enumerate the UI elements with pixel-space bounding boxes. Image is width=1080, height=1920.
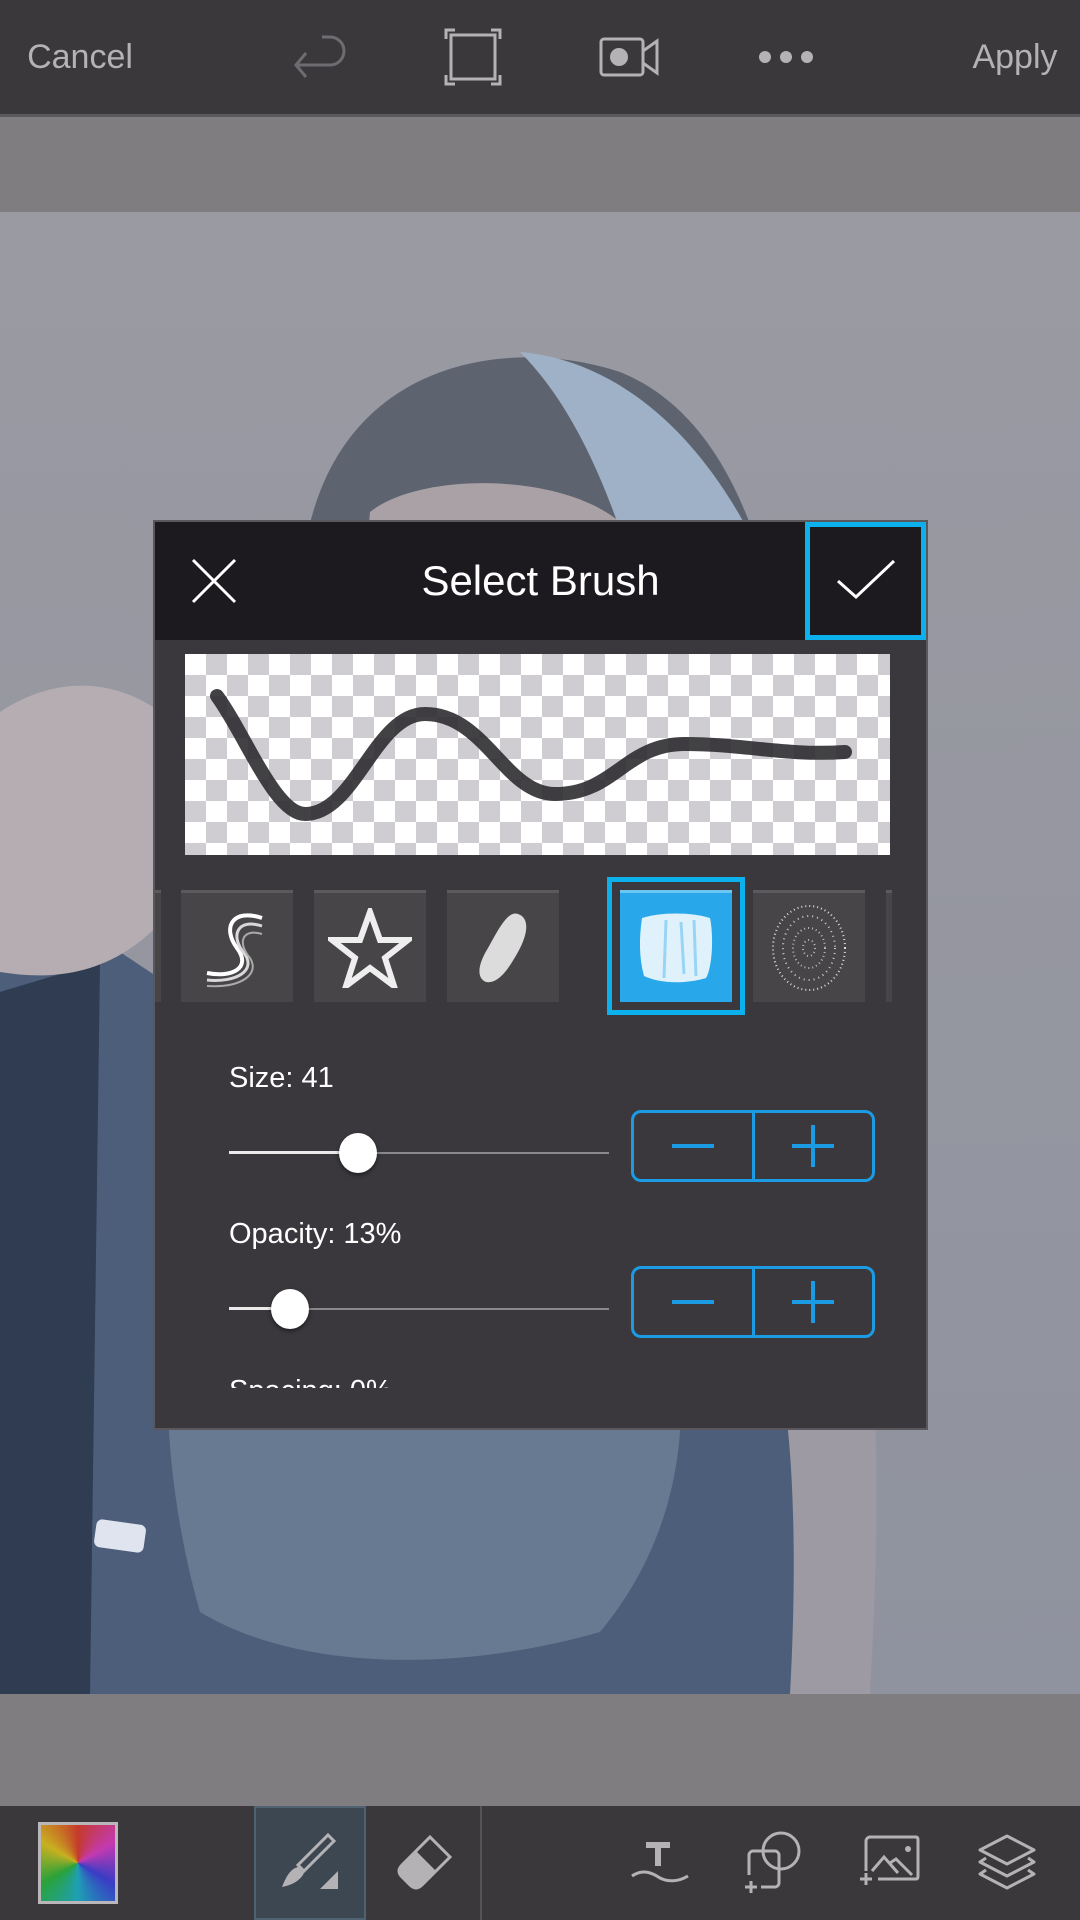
brush-preview: [185, 654, 890, 855]
video-record-button[interactable]: [580, 0, 680, 114]
select-brush-dialog: Select Brush Size: 41 Opacity: 13%: [155, 522, 926, 1428]
brush-tool-button[interactable]: [254, 1806, 366, 1920]
add-shape-icon: [745, 1831, 801, 1893]
close-icon: [191, 558, 237, 604]
brush-picker[interactable]: [155, 877, 926, 1024]
brush-item-watercolor[interactable]: [620, 890, 732, 1002]
opacity-increment-button[interactable]: [751, 1269, 873, 1335]
slider-thumb[interactable]: [270, 1289, 309, 1329]
canvas-margin-top: [0, 117, 1080, 212]
video-record-icon: [599, 37, 659, 77]
eraser-icon: [397, 1834, 453, 1890]
brush-icon: [282, 1832, 338, 1889]
opacity-stepper: [631, 1266, 875, 1338]
star-brush-icon: [328, 907, 412, 988]
speckle-brush-icon: [772, 904, 846, 991]
spacing-label: Spacing: 0%: [229, 1374, 392, 1388]
opacity-slider[interactable]: [229, 1284, 609, 1334]
brush-item-chalk[interactable]: [447, 890, 559, 1002]
fit-screen-icon: [444, 28, 502, 86]
brush-item-star[interactable]: [314, 890, 426, 1002]
fit-screen-button[interactable]: [423, 0, 523, 114]
size-slider[interactable]: [229, 1128, 609, 1178]
text-tool-button[interactable]: [620, 1806, 700, 1920]
more-options-icon: [759, 51, 813, 63]
opacity-label: Opacity: 13%: [229, 1218, 402, 1250]
brush-item-wavy-lines[interactable]: [181, 890, 293, 1002]
checkmark-icon: [836, 559, 895, 600]
brush-item-partial[interactable]: [155, 890, 161, 1002]
text-icon: [631, 1842, 689, 1883]
add-photo-icon: [860, 1835, 920, 1885]
size-stepper: [631, 1110, 875, 1182]
confirm-button[interactable]: [805, 522, 926, 640]
add-photo-tool-button[interactable]: [846, 1806, 932, 1920]
watercolor-brush-icon: [639, 913, 713, 982]
close-button[interactable]: [175, 542, 253, 620]
color-wheel-icon: [38, 1822, 118, 1904]
top-toolbar: Cancel Apply: [0, 0, 1080, 117]
slider-thumb[interactable]: [339, 1133, 378, 1173]
undo-icon: [294, 35, 346, 78]
apply-button[interactable]: Apply: [950, 0, 1080, 114]
canvas-margin-bottom: [0, 1694, 1080, 1806]
layers-tool-button[interactable]: [962, 1806, 1052, 1920]
brush-item-partial-right[interactable]: [886, 890, 892, 1002]
minus-icon: [671, 1144, 714, 1148]
bottom-toolbar: [0, 1806, 1080, 1920]
plus-icon: [792, 1281, 835, 1323]
undo-button[interactable]: [270, 0, 370, 114]
wavy-lines-brush-icon: [206, 912, 263, 987]
cancel-button[interactable]: Cancel: [0, 0, 160, 114]
plus-icon: [792, 1125, 835, 1167]
dialog-header: Select Brush: [155, 522, 926, 640]
opacity-decrement-button[interactable]: [634, 1269, 752, 1335]
brush-item-speckle[interactable]: [753, 890, 865, 1002]
layers-icon: [978, 1834, 1036, 1890]
eraser-tool-button[interactable]: [368, 1806, 482, 1920]
size-label: Size: 41: [229, 1062, 334, 1094]
size-increment-button[interactable]: [751, 1113, 873, 1179]
add-shape-tool-button[interactable]: [732, 1806, 814, 1920]
brush-stroke-preview: [210, 689, 852, 822]
size-decrement-button[interactable]: [634, 1113, 752, 1179]
color-picker-button[interactable]: [36, 1806, 120, 1920]
minus-icon: [671, 1300, 714, 1304]
more-options-button[interactable]: [736, 0, 836, 114]
chalk-brush-icon: [479, 912, 527, 982]
